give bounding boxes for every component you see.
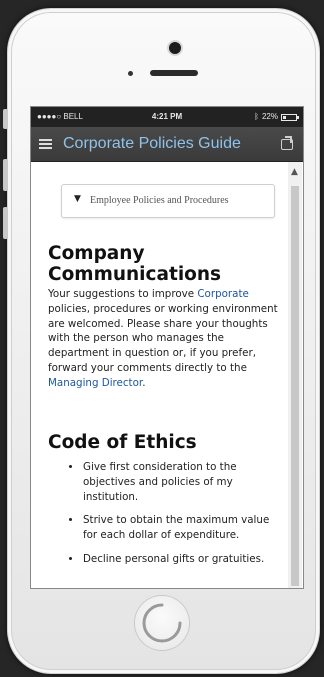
dropdown-selected-value: Employee Policies and Procedures bbox=[90, 195, 229, 206]
chevron-down-icon: ▼ bbox=[74, 194, 81, 204]
managing-director-link[interactable]: Managing Director bbox=[48, 377, 142, 389]
section-title-communications: Company Communications bbox=[48, 243, 222, 285]
loading-spinner-icon bbox=[142, 603, 182, 643]
earpiece-speaker bbox=[150, 70, 198, 76]
list-item: Give first consideration to the objectiv… bbox=[61, 460, 283, 504]
communications-paragraph: Your suggestions to improve Corporate po… bbox=[48, 288, 278, 389]
mute-switch bbox=[3, 109, 8, 129]
battery-icon bbox=[281, 113, 299, 121]
share-icon[interactable] bbox=[281, 139, 293, 150]
status-bar: ●●●●○ BELL 4:21 PM ᛒ 22% bbox=[31, 107, 303, 127]
corporate-link[interactable]: Corporate bbox=[197, 288, 248, 300]
section-title-ethics: Code of Ethics bbox=[48, 432, 197, 453]
scrollbar[interactable]: ▲ bbox=[288, 162, 302, 588]
list-item: Strive to obtain the maximum value for e… bbox=[61, 513, 283, 543]
ethics-list: Give first consideration to the objectiv… bbox=[61, 460, 283, 576]
battery-percent: 22% bbox=[261, 112, 278, 121]
scroll-up-icon[interactable]: ▲ bbox=[291, 168, 298, 177]
volume-down-button bbox=[3, 207, 8, 239]
home-button[interactable] bbox=[135, 596, 189, 650]
proximity-sensor bbox=[128, 71, 133, 76]
page-title: Corporate Policies Guide bbox=[63, 135, 241, 152]
category-dropdown[interactable]: ▼ Employee Policies and Procedures bbox=[61, 184, 275, 218]
app-screen: ●●●●○ BELL 4:21 PM ᛒ 22% Corporate Polic… bbox=[30, 106, 304, 589]
nav-bar: Corporate Policies Guide bbox=[31, 127, 303, 162]
scroll-thumb[interactable] bbox=[291, 186, 299, 586]
content-area[interactable]: ▲ ▼ Employee Policies and Procedures Com… bbox=[31, 162, 303, 588]
list-item: Decline personal gifts or gratuities. bbox=[61, 552, 283, 567]
volume-up-button bbox=[3, 159, 8, 191]
front-camera bbox=[169, 42, 181, 54]
battery-indicator: ᛒ 22% bbox=[254, 107, 299, 127]
menu-icon[interactable] bbox=[39, 139, 52, 149]
bluetooth-icon: ᛒ bbox=[254, 112, 259, 121]
